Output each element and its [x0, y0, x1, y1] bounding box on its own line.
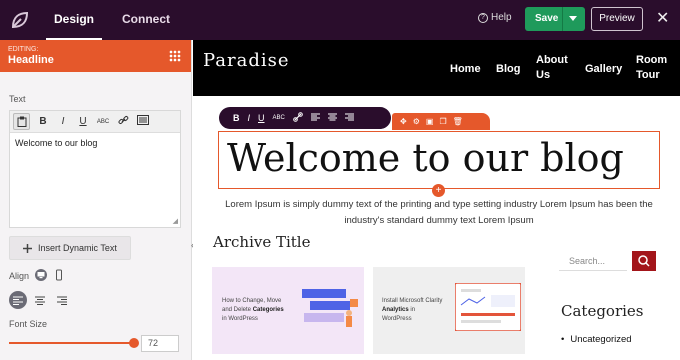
- font-size-input[interactable]: 72: [141, 335, 179, 352]
- insert-dynamic-text-button[interactable]: Insert Dynamic Text: [9, 236, 131, 260]
- font-size-label: Font Size: [9, 319, 48, 329]
- mobile-icon[interactable]: [52, 269, 66, 281]
- editing-label: EDITING:: [8, 46, 39, 53]
- add-circle-icon[interactable]: +: [432, 184, 445, 197]
- close-icon[interactable]: ✕: [656, 10, 669, 28]
- bold-icon[interactable]: B: [233, 113, 240, 123]
- dropdown-caret-icon[interactable]: [569, 16, 577, 21]
- editing-header: EDITING: Headline: [0, 40, 191, 72]
- post-card-text-bold: Categories: [252, 307, 284, 313]
- dynamic-text-icon: [23, 243, 32, 253]
- link-icon[interactable]: [116, 115, 130, 129]
- search-icon: [638, 255, 650, 267]
- italic-icon[interactable]: I: [248, 113, 251, 123]
- help-icon: ?: [478, 12, 488, 23]
- resize-handle-icon[interactable]: ◢: [173, 217, 178, 225]
- nav-item-home[interactable]: Home: [450, 62, 481, 77]
- insert-dynamic-text-label: Insert Dynamic Text: [38, 243, 117, 253]
- post-card-text-pre: Install Microsoft Clarity: [382, 298, 443, 304]
- tab-connect[interactable]: Connect: [118, 0, 174, 40]
- strikethrough-icon[interactable]: ABC: [273, 115, 285, 121]
- underline-icon[interactable]: U: [76, 116, 90, 127]
- save-block-icon[interactable]: ▣: [426, 117, 434, 126]
- post-card-illustration: [302, 289, 358, 327]
- align-center-icon[interactable]: [327, 113, 337, 123]
- alignment-group: [9, 291, 71, 309]
- editor-toolbar: B I U ABC: [10, 111, 180, 133]
- bold-icon[interactable]: B: [36, 116, 50, 127]
- paste-icon[interactable]: [13, 113, 30, 130]
- page-preview: Paradise Home Blog About Us Gallery Room…: [193, 40, 680, 360]
- headline-text[interactable]: Welcome to our blog: [227, 136, 624, 180]
- align-right-icon[interactable]: [53, 291, 71, 309]
- duplicate-icon[interactable]: ❐: [439, 117, 446, 126]
- align-left-icon[interactable]: [9, 291, 27, 309]
- underline-icon[interactable]: U: [258, 113, 265, 123]
- post-card-illustration: [455, 283, 521, 331]
- settings-icon[interactable]: ⚙: [413, 117, 420, 126]
- editor-content[interactable]: Welcome to our blog: [10, 133, 180, 153]
- help-label: Help: [491, 12, 512, 23]
- inline-format-toolbar: B I U ABC: [219, 107, 391, 129]
- text-editor[interactable]: B I U ABC Welcome to our blog ◢: [9, 110, 181, 228]
- nav-item-blog[interactable]: Blog: [496, 62, 520, 77]
- text-label: Text: [9, 94, 26, 104]
- settings-panel: EDITING: Headline Text B I U ABC Welcome…: [0, 40, 194, 360]
- preview-button[interactable]: Preview: [591, 7, 643, 31]
- help-link[interactable]: ? Help: [478, 12, 512, 23]
- align-center-icon[interactable]: [31, 291, 49, 309]
- nav-item-gallery[interactable]: Gallery: [585, 62, 622, 77]
- site-header: Paradise Home Blog About Us Gallery Room…: [193, 40, 680, 96]
- post-card[interactable]: How to Change, Move and Delete Categorie…: [212, 267, 364, 354]
- intro-paragraph: Lorem Ipsum is simply dummy text of the …: [225, 199, 653, 226]
- seedprod-leaf-icon[interactable]: [8, 8, 32, 32]
- italic-icon[interactable]: I: [56, 116, 70, 127]
- categories-title: Categories: [561, 302, 644, 320]
- save-button[interactable]: Save: [525, 7, 585, 31]
- editing-block-name: Headline: [8, 54, 54, 66]
- search-input[interactable]: Search...: [559, 251, 627, 271]
- site-brand[interactable]: Paradise: [203, 50, 290, 71]
- block-actions-toolbar: ✥ ⚙ ▣ ❐ 🗑: [392, 113, 490, 130]
- nav-item-room-tour[interactable]: Room Tour: [636, 53, 667, 83]
- save-divider: [562, 7, 563, 31]
- align-right-icon[interactable]: [344, 113, 354, 123]
- post-card-text-post: in WordPress: [222, 316, 258, 322]
- top-bar: Design Connect ? Help Save Preview ✕: [0, 0, 680, 40]
- font-size-slider-knob[interactable]: [129, 338, 139, 348]
- desktop-icon[interactable]: [34, 269, 48, 281]
- post-card-text: Install Microsoft Clarity Analytics in W…: [382, 297, 444, 324]
- align-left-icon[interactable]: [310, 113, 320, 123]
- headline-block[interactable]: Welcome to our blog: [218, 131, 660, 189]
- save-label: Save: [535, 13, 559, 24]
- font-size-slider-track[interactable]: [9, 342, 135, 344]
- link-icon[interactable]: [293, 112, 303, 124]
- html-icon[interactable]: [136, 115, 150, 128]
- post-card[interactable]: Install Microsoft Clarity Analytics in W…: [373, 267, 525, 354]
- category-item[interactable]: Uncategorized: [561, 334, 631, 345]
- move-icon[interactable]: ✥: [400, 117, 407, 126]
- tab-design[interactable]: Design: [46, 0, 102, 40]
- drag-handle-icon[interactable]: [169, 50, 181, 62]
- nav-item-about-us[interactable]: About Us: [536, 53, 568, 83]
- archive-title: Archive Title: [213, 233, 311, 251]
- strikethrough-icon[interactable]: ABC: [96, 119, 110, 125]
- post-card-text-bold: Analytics: [382, 307, 409, 313]
- post-card-text: How to Change, Move and Delete Categorie…: [222, 297, 290, 324]
- align-label: Align: [9, 271, 30, 281]
- search-button[interactable]: [632, 251, 656, 271]
- delete-icon[interactable]: 🗑: [453, 117, 463, 126]
